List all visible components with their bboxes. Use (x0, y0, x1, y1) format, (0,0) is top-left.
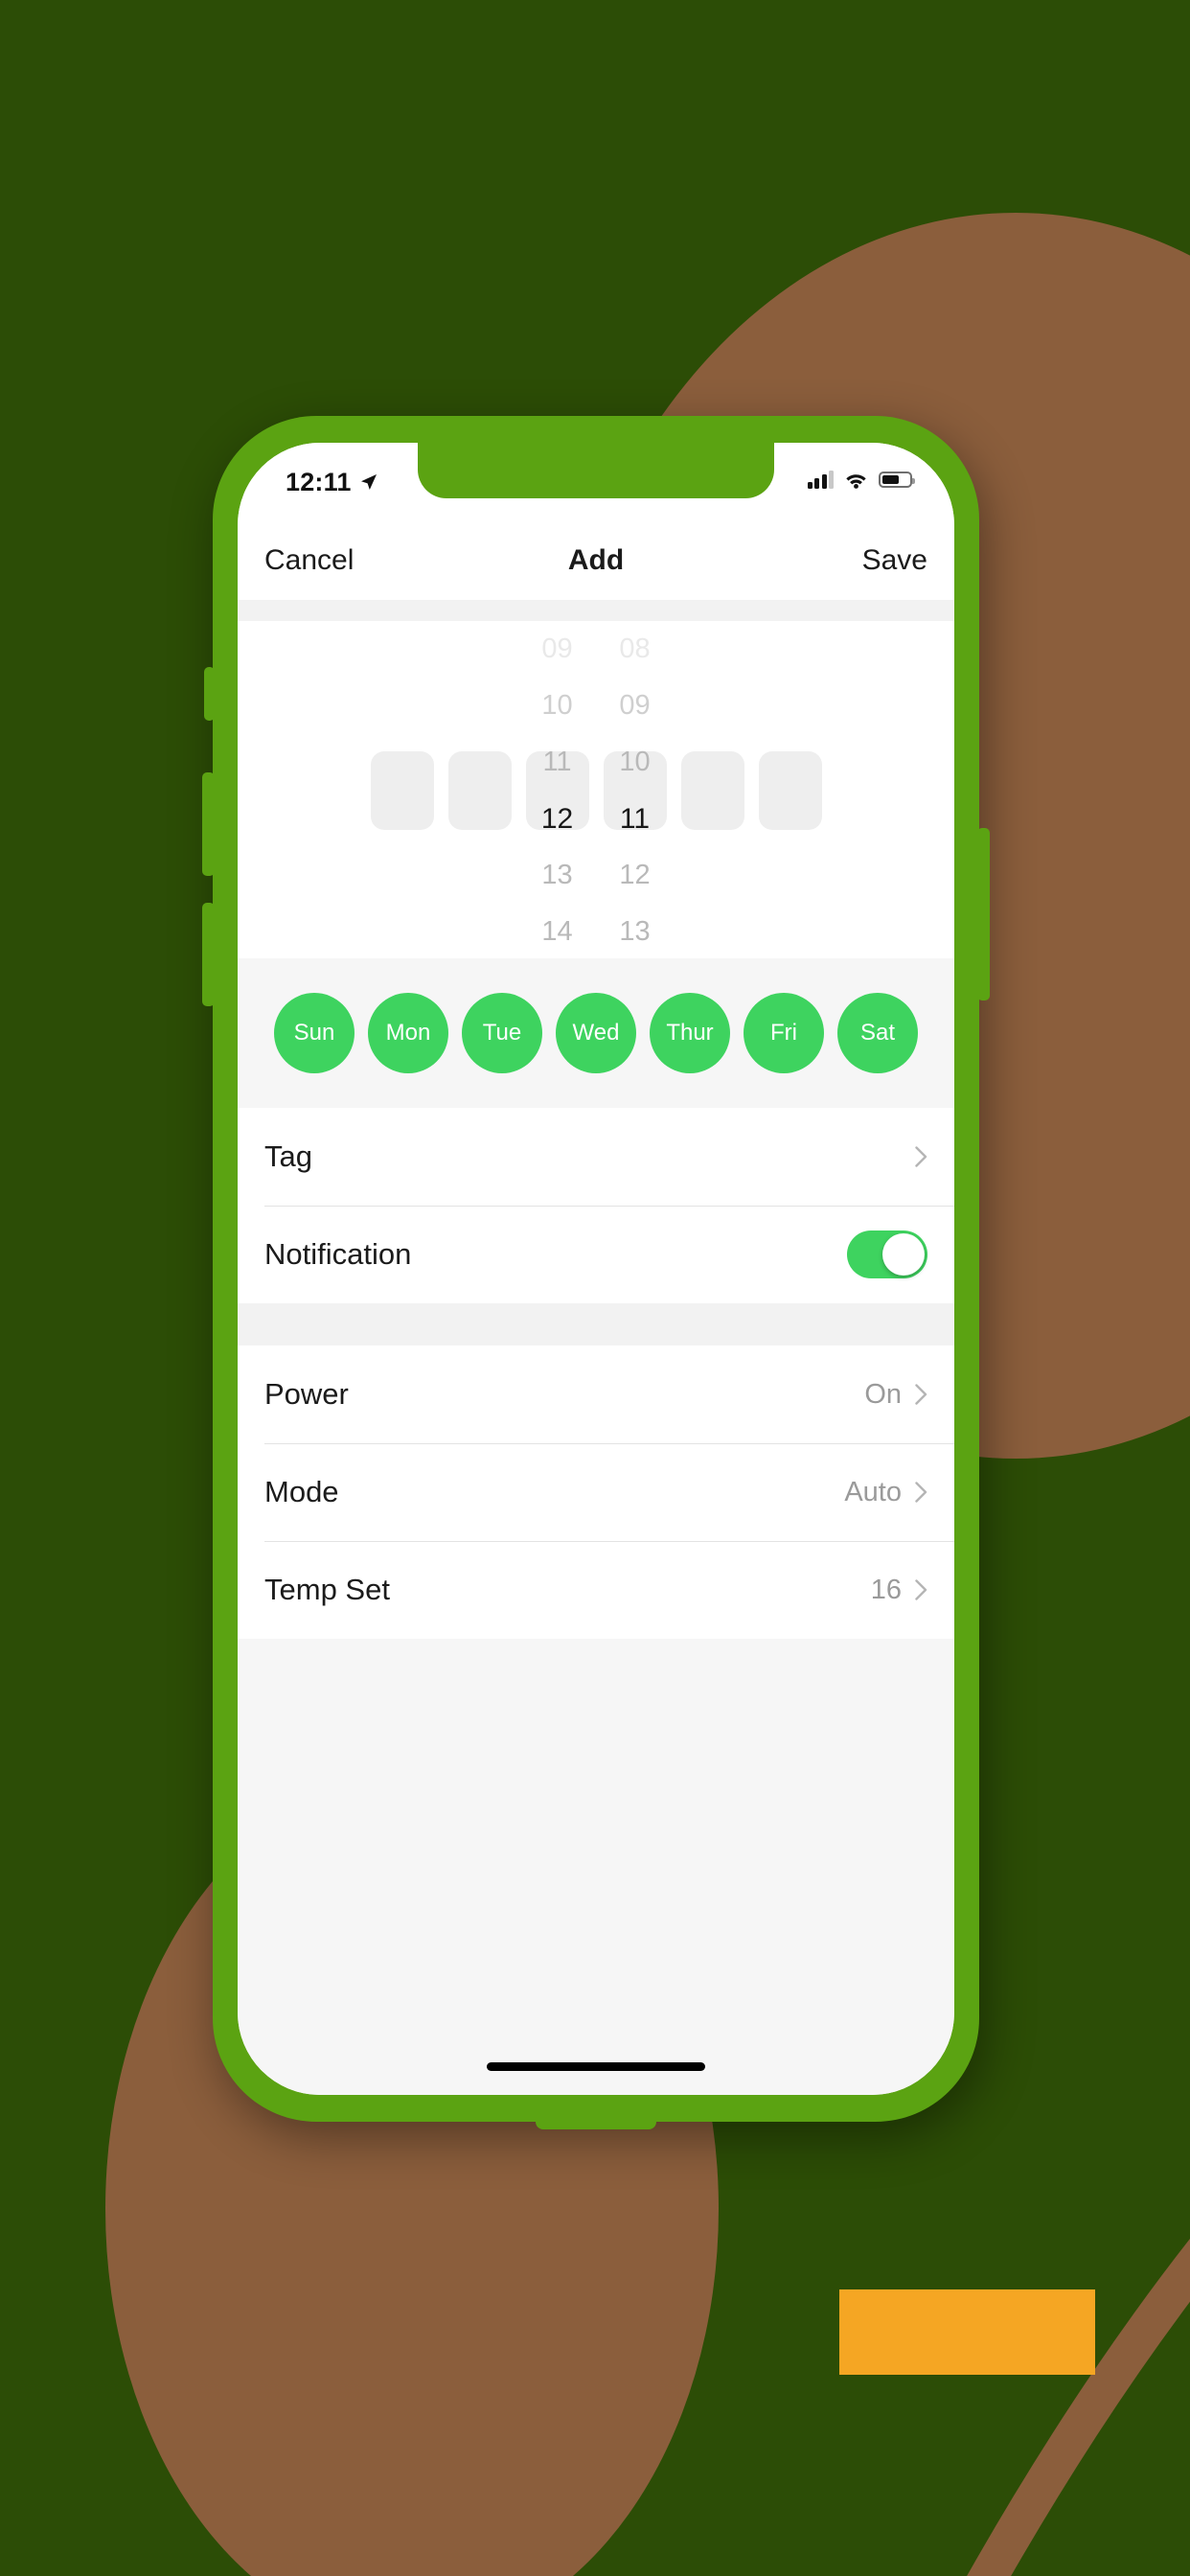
hour-cell[interactable]: 10 (526, 678, 589, 734)
hour-column[interactable]: 09 10 11 12 13 14 15 (526, 621, 589, 958)
wifi-icon (846, 474, 866, 489)
picker-slot-1[interactable] (370, 751, 434, 830)
hour-cell[interactable]: 09 (526, 621, 589, 678)
hour-cell[interactable]: 13 (526, 847, 589, 904)
navigation-bar: Cancel Add Save (238, 521, 954, 600)
minute-cell[interactable]: 08 (604, 621, 667, 678)
chevron-right-icon (915, 1384, 927, 1405)
volume-down-button[interactable] (202, 903, 215, 1006)
minute-cell[interactable]: 09 (604, 678, 667, 734)
row-label: Tag (264, 1139, 312, 1173)
section-separator-middle (238, 1303, 954, 1346)
weekday-selector: Sun Mon Tue Wed Thur Fri Sat (238, 958, 954, 1108)
settings-group-two: Power On Mode Auto Temp Set 16 (238, 1346, 954, 1639)
weekday-label: Mon (385, 1020, 431, 1046)
weekday-chip-tue[interactable]: Tue (462, 993, 542, 1073)
weekday-label: Sat (859, 1020, 896, 1046)
row-temp-set[interactable]: Temp Set 16 (238, 1541, 954, 1639)
cellular-signal-icon (807, 471, 834, 489)
weekday-label: Sun (293, 1020, 335, 1046)
phone-bottom-nub (536, 2116, 656, 2129)
minute-column[interactable]: 08 09 10 11 12 13 14 (604, 621, 667, 958)
hour-cell-selected[interactable]: 12 (526, 791, 589, 847)
weekday-chip-thur[interactable]: Thur (650, 993, 730, 1073)
row-value: Auto (844, 1476, 902, 1507)
chevron-right-icon (915, 1579, 927, 1600)
picker-slot-5[interactable] (680, 751, 744, 830)
weekday-chip-mon[interactable]: Mon (368, 993, 448, 1073)
weekday-label: Tue (482, 1020, 522, 1046)
save-button[interactable]: Save (862, 544, 927, 577)
row-label: Mode (264, 1475, 339, 1508)
hour-cell[interactable]: 14 (526, 904, 589, 958)
status-bar-icons (807, 471, 915, 489)
row-value: On (864, 1378, 902, 1410)
weekday-label: Thur (666, 1020, 714, 1046)
orange-rectangle (839, 2289, 1095, 2375)
screen-filler (238, 1639, 954, 2037)
row-notification[interactable]: Notification (238, 1206, 954, 1303)
row-tag[interactable]: Tag (238, 1108, 954, 1206)
minute-cell[interactable]: 10 (604, 734, 667, 791)
minute-cell-selected[interactable]: 11 (604, 791, 667, 847)
row-label: Power (264, 1377, 349, 1411)
phone-mockup: 12:11 Cancel Add Save 09 10 11 12 13 14 … (202, 416, 990, 2137)
hour-cell[interactable]: 11 (526, 734, 589, 791)
section-separator-top (238, 600, 954, 621)
cancel-button[interactable]: Cancel (264, 544, 354, 577)
row-label: Notification (264, 1237, 412, 1271)
time-picker-slot-row (238, 751, 954, 830)
minute-cell[interactable]: 13 (604, 904, 667, 958)
status-bar-time-group: 12:11 (286, 468, 378, 497)
row-mode[interactable]: Mode Auto (238, 1443, 954, 1541)
phone-screen: 12:11 Cancel Add Save 09 10 11 12 13 14 … (238, 443, 954, 2095)
picker-slot-2[interactable] (447, 751, 512, 830)
status-bar: 12:11 (238, 443, 954, 521)
weekday-label: Fri (770, 1020, 797, 1046)
toggle-knob (882, 1233, 925, 1276)
weekday-chip-sun[interactable]: Sun (274, 993, 355, 1073)
screenshot-stage: 12:11 Cancel Add Save 09 10 11 12 13 14 … (0, 0, 1190, 2576)
location-arrow-icon (360, 474, 377, 490)
row-value: 16 (870, 1574, 902, 1605)
home-indicator-area (238, 2037, 954, 2095)
home-indicator[interactable] (487, 2061, 705, 2071)
minute-cell[interactable]: 12 (604, 847, 667, 904)
battery-icon (879, 472, 915, 488)
weekday-chip-fri[interactable]: Fri (744, 993, 824, 1073)
row-power[interactable]: Power On (238, 1346, 954, 1443)
weekday-chip-wed[interactable]: Wed (556, 993, 636, 1073)
chevron-right-icon (915, 1146, 927, 1167)
notification-toggle[interactable] (847, 1230, 927, 1278)
settings-group-one: Tag Notification (238, 1108, 954, 1303)
weekday-label: Wed (572, 1020, 620, 1046)
silence-switch-button[interactable] (204, 667, 215, 721)
phone-frame: 12:11 Cancel Add Save 09 10 11 12 13 14 … (202, 416, 990, 2129)
phone-notch (418, 443, 774, 498)
power-button[interactable] (977, 828, 990, 1000)
status-bar-time: 12:11 (286, 468, 352, 496)
volume-up-button[interactable] (202, 772, 215, 876)
weekday-chip-sat[interactable]: Sat (837, 993, 918, 1073)
time-picker[interactable]: 09 10 11 12 13 14 15 08 09 (238, 621, 954, 958)
row-label: Temp Set (264, 1573, 390, 1606)
chevron-right-icon (915, 1482, 927, 1503)
picker-slot-6[interactable] (758, 751, 822, 830)
